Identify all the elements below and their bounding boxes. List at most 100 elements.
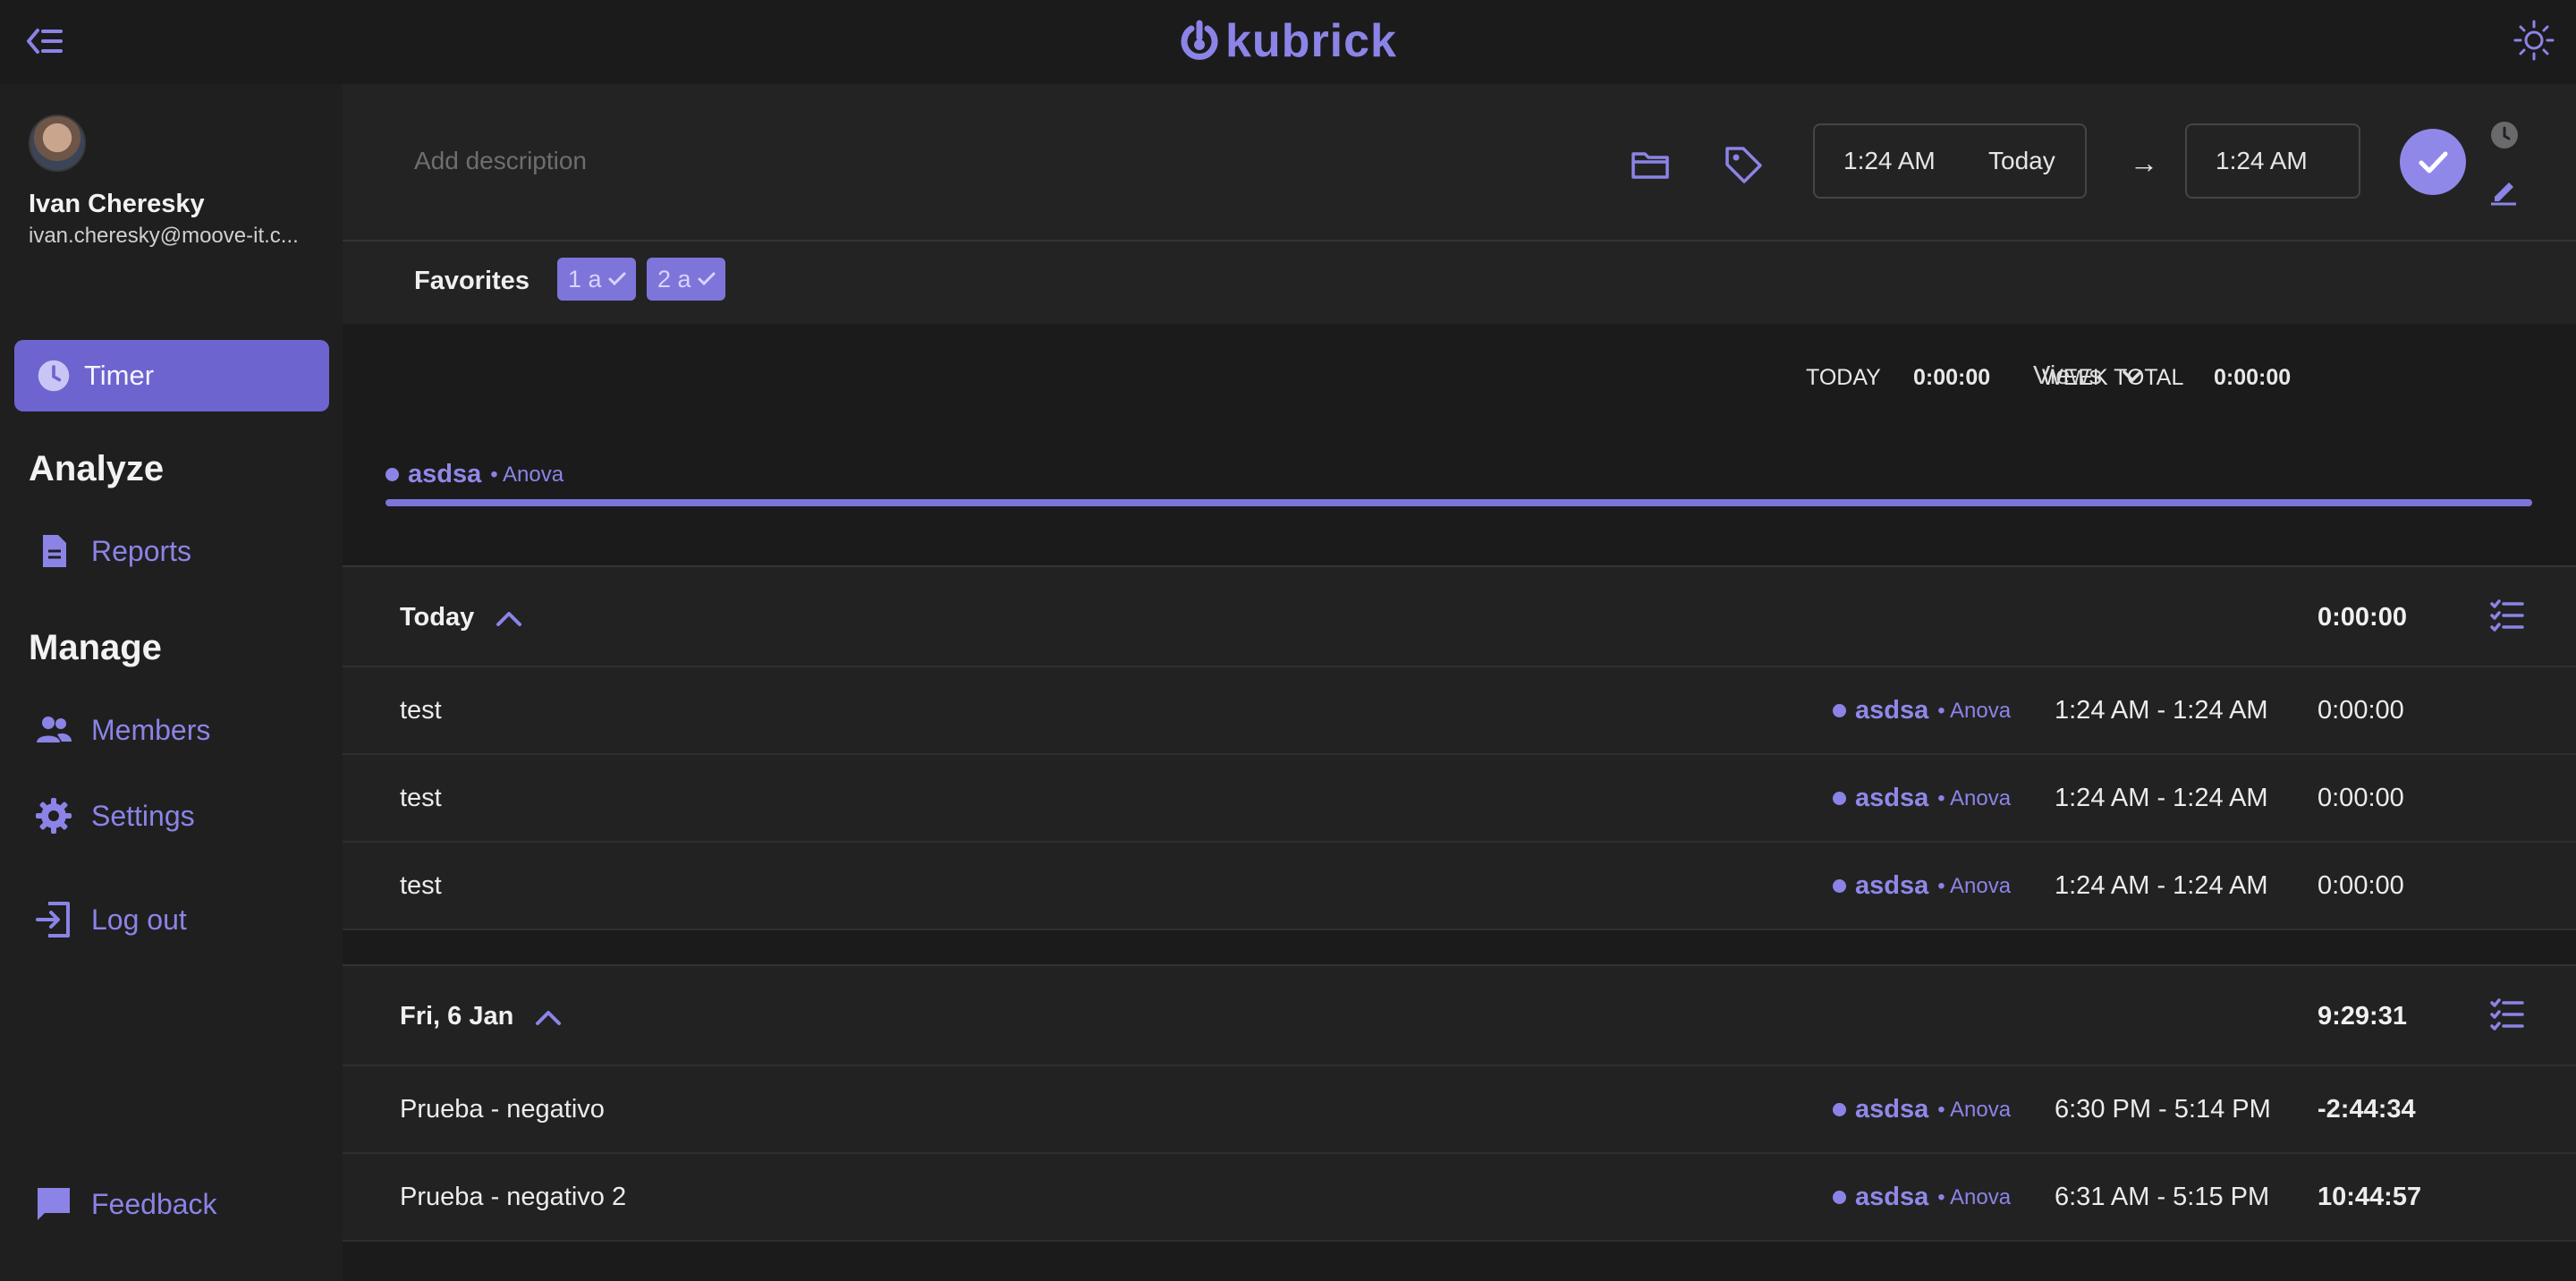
collapse-sidebar-icon[interactable] [25, 23, 64, 59]
nav-item-settings[interactable]: Settings [34, 796, 195, 836]
checklist-icon[interactable] [2489, 598, 2525, 633]
entry-project[interactable]: asdsa • Anova [1833, 1095, 2012, 1124]
week-total: 0:00:00 [2214, 365, 2292, 390]
views-dropdown[interactable]: Views [2033, 361, 2143, 391]
day-group-title[interactable]: Today [400, 603, 522, 632]
chat-bubble-icon [38, 1188, 70, 1220]
folder-icon[interactable] [1629, 143, 1672, 186]
project-name: asdsa [408, 460, 482, 488]
entry-project[interactable]: asdsa • Anova [1833, 696, 2012, 725]
entry-description[interactable]: test [400, 784, 442, 813]
time-entry-row[interactable]: test asdsa • Anova 1:24 AM - 1:24 AM 0:0… [343, 667, 2576, 755]
entry-time-range[interactable]: 1:24 AM - 1:24 AM [2055, 696, 2268, 725]
favorites-bar: Favorites 1 a 2 a [343, 242, 2576, 324]
logout-button[interactable]: Log out [34, 900, 187, 939]
client-name-text: Anova [502, 462, 564, 487]
entry-duration[interactable]: 0:00:00 [2318, 871, 2404, 901]
pencil-icon[interactable] [2487, 174, 2520, 206]
confirm-entry-button[interactable] [2400, 129, 2466, 195]
app-logo: kubrick [1179, 15, 1397, 67]
entry-project-name: asdsa [1855, 696, 1929, 725]
time-entry-bar: Add description 1:24 AM Today → 1:24 AM [343, 84, 2576, 242]
entry-duration[interactable]: 0:00:00 [2318, 696, 2404, 725]
today-total: 0:00:00 [1913, 365, 1991, 390]
logout-icon [36, 902, 70, 937]
user-email: ivan.cheresky@moove-it.c... [29, 224, 299, 248]
time-entry-row[interactable]: test asdsa • Anova 1:24 AM - 1:24 AM 0:0… [343, 843, 2576, 930]
time-entry-row[interactable]: test asdsa • Anova 1:24 AM - 1:24 AM 0:0… [343, 755, 2576, 843]
day-group-total: 9:29:31 [2318, 1002, 2407, 1031]
entry-duration[interactable]: 10:44:57 [2318, 1183, 2421, 1212]
entry-time-range[interactable]: 1:24 AM - 1:24 AM [2055, 784, 2268, 813]
tag-icon[interactable] [1722, 143, 1765, 186]
favorite-chip-label: 1 a [568, 265, 602, 293]
views-label: Views [2033, 361, 2102, 390]
entry-description[interactable]: Prueba - negativo [400, 1095, 605, 1124]
nav-item-label: Feedback [91, 1187, 217, 1220]
entry-client-name: Anova [1949, 1184, 2012, 1209]
start-time-field[interactable]: 1:24 AM Today [1813, 123, 2087, 199]
arrow-right-icon: → [2130, 147, 2158, 179]
start-time[interactable]: 1:24 AM [1843, 147, 1936, 175]
check-icon [608, 272, 626, 286]
entry-description[interactable]: test [400, 871, 442, 901]
gear-icon [36, 798, 72, 834]
project-color-dot [1833, 1191, 1846, 1204]
entry-time-range[interactable]: 6:30 PM - 5:14 PM [2055, 1095, 2271, 1124]
project-summary: asdsa • Anova [386, 460, 564, 489]
entry-project[interactable]: asdsa • Anova [1833, 784, 2012, 813]
logo-text: kubrick [1225, 15, 1397, 67]
progress-fill [386, 499, 2532, 506]
chevron-down-icon [2123, 369, 2142, 382]
start-day[interactable]: Today [1988, 147, 2055, 175]
project-progress-bar [386, 499, 2532, 506]
main-content: Add description 1:24 AM Today → 1:24 AM [343, 84, 2576, 1281]
nav-item-timer[interactable]: Timer [14, 340, 329, 411]
checklist-icon[interactable] [2489, 997, 2525, 1032]
entry-description[interactable]: test [400, 696, 442, 725]
client-name: • Anova [490, 462, 564, 487]
entry-project-name: asdsa [1855, 871, 1929, 900]
nav-item-members[interactable]: Members [34, 710, 210, 750]
chevron-up-icon[interactable] [535, 1008, 562, 1026]
end-time-field[interactable]: 1:24 AM [2185, 123, 2360, 199]
entry-project[interactable]: asdsa • Anova [1833, 1183, 2012, 1212]
day-group-header: Today 0:00:00 [343, 565, 2576, 667]
entry-client: • Anova [1937, 1097, 2012, 1122]
favorite-chip[interactable]: 1 a [557, 258, 636, 301]
day-group-title[interactable]: Fri, 6 Jan [400, 1002, 562, 1031]
clock-mode-icon[interactable] [2489, 120, 2520, 150]
entry-project[interactable]: asdsa • Anova [1833, 871, 2012, 901]
feedback-button[interactable]: Feedback [34, 1184, 217, 1224]
time-entry-row[interactable]: Prueba - negativo asdsa • Anova 6:30 PM … [343, 1066, 2576, 1154]
day-group-total: 0:00:00 [2318, 603, 2407, 632]
entry-client: • Anova [1937, 1184, 2012, 1209]
nav-item-label: Reports [91, 534, 192, 567]
description-input[interactable]: Add description [414, 147, 587, 175]
nav-item-label: Log out [91, 903, 187, 936]
sun-icon[interactable] [2512, 18, 2556, 63]
analyze-heading: Analyze [29, 449, 165, 488]
end-time[interactable]: 1:24 AM [2216, 147, 2308, 175]
people-icon [37, 717, 72, 742]
top-bar: kubrick [0, 0, 2576, 84]
entry-time-range[interactable]: 6:31 AM - 5:15 PM [2055, 1183, 2269, 1212]
entry-duration[interactable]: -2:44:34 [2318, 1095, 2416, 1124]
favorite-chip[interactable]: 2 a [647, 258, 725, 301]
entry-description[interactable]: Prueba - negativo 2 [400, 1183, 626, 1212]
entry-client-name: Anova [1949, 785, 2012, 810]
project-color-dot [1833, 792, 1846, 805]
chevron-up-icon[interactable] [496, 609, 522, 627]
check-icon [2419, 151, 2448, 174]
nav-item-label: Members [91, 713, 211, 746]
entry-duration[interactable]: 0:00:00 [2318, 784, 2404, 813]
nav-item-reports[interactable]: Reports [34, 531, 191, 571]
power-logo-icon [1181, 20, 1218, 60]
avatar[interactable] [29, 115, 86, 172]
day-group-label: Today [400, 603, 475, 632]
entry-project-name: asdsa [1855, 1095, 1929, 1124]
entry-time-range[interactable]: 1:24 AM - 1:24 AM [2055, 871, 2268, 901]
time-entry-row[interactable]: Prueba - negativo 2 asdsa • Anova 6:31 A… [343, 1154, 2576, 1242]
entry-project-name: asdsa [1855, 1183, 1929, 1211]
entry-client-name: Anova [1949, 698, 2012, 723]
